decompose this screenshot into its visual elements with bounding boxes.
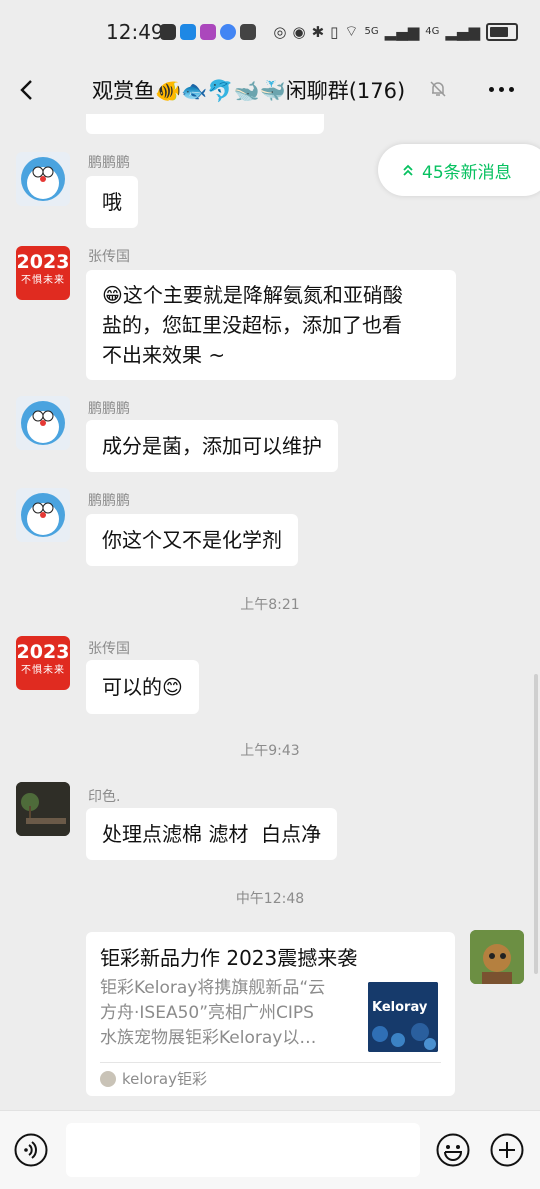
status-bar: 12:49 ◎ ◉ ✱ ▯ ⌔ 5G ▂▄▆ 4G ▂▄▆ [0, 0, 540, 66]
message-text: 处理点滤棉 滤材 白点净 [102, 822, 322, 846]
link-card-description: 钜彩Keloray将携旗舰新品“云 方舟·ISEA50”亮相广州CIPS 水族宠… [100, 976, 350, 1051]
message-text-line: 不出来效果 ~ [102, 343, 226, 367]
avatar-2023[interactable]: 2023 不惧未来 [16, 636, 70, 690]
link-card-desc-line: 方舟·ISEA50”亮相广州CIPS [100, 1003, 314, 1023]
notification-icon [160, 24, 176, 40]
link-card[interactable]: 钜彩新品力作 2023震撼来袭 钜彩Keloray将携旗舰新品“云 方舟·ISE… [86, 932, 455, 1096]
chat-header: 观赏鱼🐠🐟🐬🐋🐳闲聊群(176) [0, 66, 540, 114]
message-bubble[interactable]: 处理点滤棉 滤材 白点净 [86, 808, 338, 860]
message-text: 哦 [102, 190, 122, 214]
message-input[interactable] [66, 1123, 420, 1177]
time-divider: 中午12:48 [235, 891, 305, 907]
message-text: 可以的😊 [102, 675, 183, 699]
vibrate-icon: ▯ [330, 22, 339, 41]
eye-icon: ◉ [292, 22, 306, 41]
avatar-slogan-text: 不惧未来 [21, 275, 65, 286]
source-logo-icon [100, 1071, 116, 1087]
double-chevron-up-icon [403, 164, 413, 176]
wifi-icon: ⌔ [344, 22, 359, 40]
avatar-doraemon[interactable] [16, 488, 70, 542]
avatar-bonsai[interactable] [16, 782, 70, 836]
sender-name: 张传国 [88, 641, 130, 657]
new-messages-label: 45条新消息 [422, 162, 512, 183]
mute-bell-icon [430, 81, 446, 97]
bluetooth-icon: ✱ [311, 22, 325, 41]
message-bubble[interactable]: 可以的😊 [86, 660, 199, 714]
sender-name: 印色. [88, 789, 121, 805]
message-bubble[interactable]: 😁这个主要就是降解氨氮和亚硝酸 盐的，您缸里没超标，添加了也看 不出来效果 ~ [86, 270, 456, 380]
message-list[interactable]: 鹏鹏鹏 哦 45条新消息 2023 不惧未来 张传国 😁这个主要就是降解氨氮和亚… [0, 114, 540, 1110]
sender-name: 张传国 [88, 249, 130, 265]
link-card-title: 钜彩新品力作 2023震撼来袭 [100, 946, 358, 970]
message-bubble[interactable]: 哦 [86, 176, 138, 228]
avatar-year-text: 2023 [16, 251, 70, 273]
avatar-slogan-text: 不惧未来 [21, 665, 65, 676]
time-divider: 上午8:21 [240, 597, 300, 613]
sender-name: 鹏鹏鹏 [88, 401, 130, 417]
plus-icon[interactable] [490, 1133, 524, 1167]
chat-title: 观赏鱼🐠🐟🐬🐋🐳闲聊群(176) [92, 79, 406, 103]
status-time: 12:49 [106, 20, 164, 44]
battery-icon [486, 22, 518, 41]
avatar-2023[interactable]: 2023 不惧未来 [16, 246, 70, 300]
avatar-doraemon[interactable] [16, 396, 70, 450]
signal-4g-label: 4G [425, 26, 440, 37]
emoji-icon[interactable] [436, 1133, 470, 1167]
more-options-icon[interactable] [489, 87, 514, 92]
status-app-icons [160, 24, 256, 40]
cloud-app-icon [180, 24, 196, 40]
sender-name: 鹏鹏鹏 [88, 493, 130, 509]
time-divider: 上午9:43 [240, 743, 300, 759]
link-card-thumbnail: Keloray [368, 982, 438, 1052]
signal-icon: ▂▄▆ [384, 22, 420, 41]
message-bubble[interactable]: 你这个又不是化学剂 [86, 514, 298, 566]
link-card-desc-line: 钜彩Keloray将携旗舰新品“云 [100, 978, 326, 998]
status-indicators: ◎ ◉ ✱ ▯ ⌔ 5G ▂▄▆ 4G ▂▄▆ [273, 22, 518, 41]
message-bubble [86, 114, 324, 134]
signal-5g-label: 5G [364, 26, 379, 37]
link-card-thumb-text: Keloray [372, 1000, 428, 1015]
notes-app-icon [240, 24, 256, 40]
avatar-year-text: 2023 [16, 641, 70, 663]
avatar-doraemon[interactable] [16, 152, 70, 206]
browser-app-icon [220, 24, 236, 40]
link-card-desc-line: 水族宠物展钜彩Keloray以… [100, 1028, 317, 1048]
photos-app-icon [200, 24, 216, 40]
message-text: 你这个又不是化学剂 [102, 528, 282, 552]
input-bar [0, 1110, 540, 1189]
message-bubble[interactable]: 成分是菌，添加可以维护 [86, 420, 338, 472]
new-messages-button[interactable]: 45条新消息 [378, 144, 540, 196]
voice-input-icon[interactable] [14, 1133, 48, 1167]
message-text-line: 😁这个主要就是降解氨氮和亚硝酸 [102, 283, 403, 307]
message-text: 成分是菌，添加可以维护 [102, 434, 322, 458]
nfc-icon: ◎ [273, 22, 287, 41]
link-card-source: keloray钜彩 [122, 1070, 207, 1088]
sender-name: 鹏鹏鹏 [88, 155, 130, 171]
avatar-self[interactable] [470, 930, 524, 984]
link-card-divider [100, 1062, 441, 1063]
chat-scrollbar[interactable] [534, 674, 538, 974]
message-text-line: 盐的，您缸里没超标，添加了也看 [102, 313, 402, 337]
signal-icon: ▂▄▆ [445, 22, 480, 41]
back-arrow-icon[interactable] [16, 78, 40, 102]
